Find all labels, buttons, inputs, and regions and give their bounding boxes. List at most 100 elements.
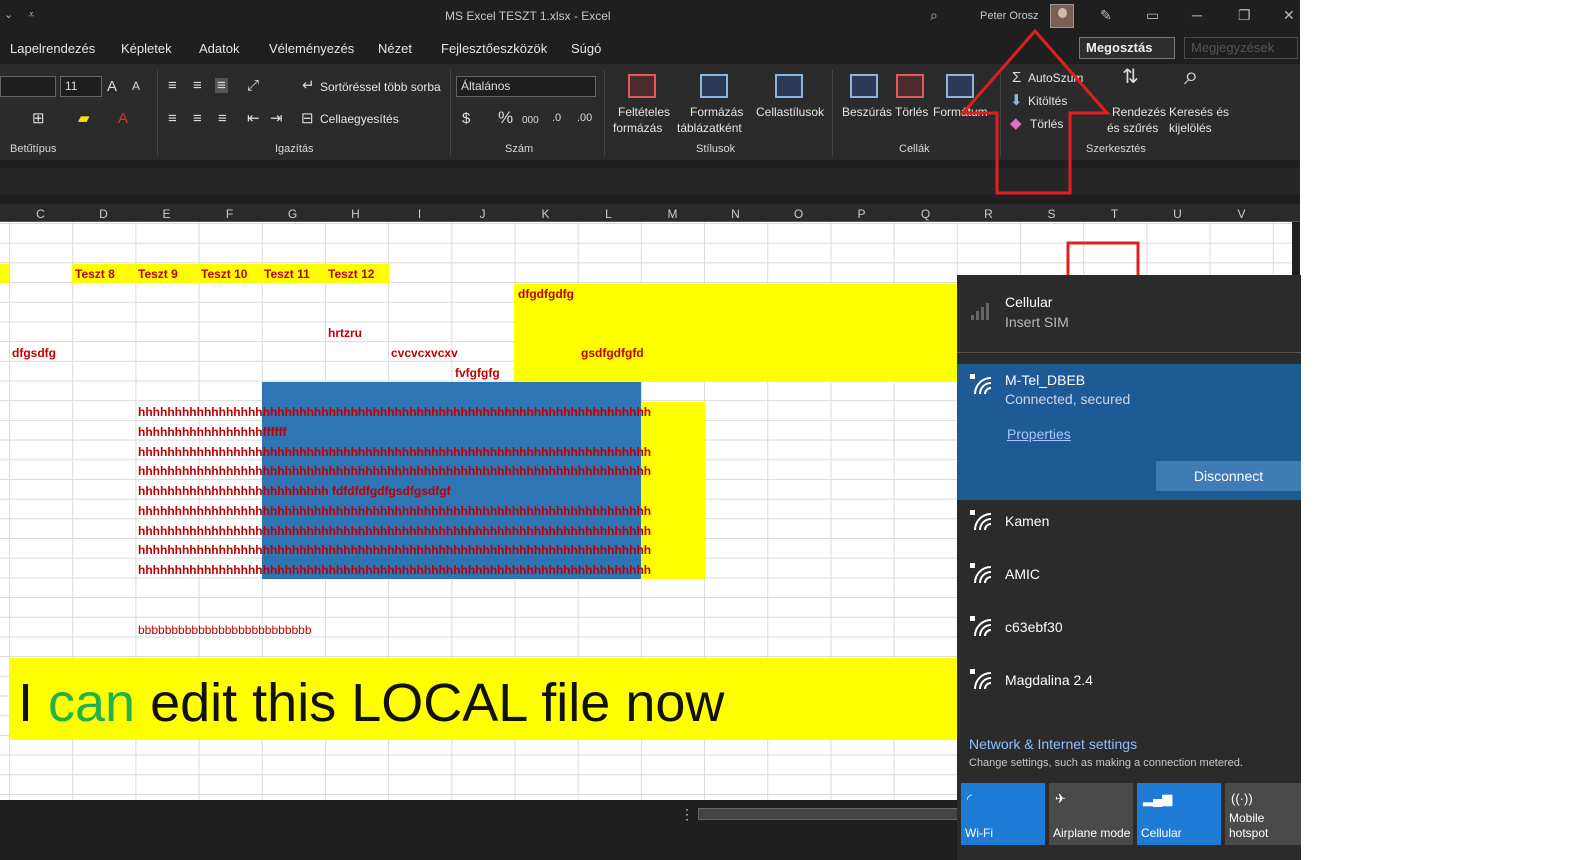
cell-e-row[interactable]: hhhhhhhhhhhhhhhhhhhhhhhhhh fdfdfdfgdfgsd…	[138, 484, 652, 498]
cond-format-button-line2[interactable]: formázás	[613, 121, 662, 135]
col-header[interactable]: C	[9, 207, 72, 221]
cellular-network-item[interactable]: Cellular Insert SIM	[957, 275, 1301, 353]
align-top-icon[interactable]: ≡	[168, 78, 177, 93]
tab-formulas[interactable]: Képletek	[121, 41, 172, 56]
cell-e-row[interactable]: hhhhhhhhhhhhhhhhhhhhhhhhhhhhhhhhhhhhhhhh…	[138, 445, 652, 459]
cell-l[interactable]: gsdfgdfgfd	[581, 346, 644, 360]
disconnect-button[interactable]: Disconnect	[1156, 461, 1301, 491]
increase-font-icon[interactable]: A	[107, 79, 117, 94]
ribbon-display-icon[interactable]: ▭	[1146, 7, 1159, 24]
format-table-button-line2[interactable]: táblázatként	[677, 121, 742, 135]
pen-icon[interactable]: ✎	[1100, 7, 1112, 24]
decrease-font-icon[interactable]: A	[132, 79, 140, 94]
currency-icon[interactable]: $	[462, 111, 470, 126]
fill-color-icon[interactable]: ▰	[78, 111, 90, 126]
cell-e-row[interactable]: hhhhhhhhhhhhhhhhhhhhhhhhhhhhhhhhhhhhhhhh…	[138, 464, 652, 478]
col-header[interactable]: O	[767, 207, 830, 221]
cell-i[interactable]: cvcvcxvcxv	[391, 346, 458, 360]
tab-review[interactable]: Véleményezés	[269, 41, 354, 56]
col-header[interactable]: D	[72, 207, 135, 221]
wifi-network-item[interactable]: Kamen	[957, 503, 1301, 556]
tab-page-layout[interactable]: Lapelrendezés	[10, 41, 95, 56]
tab-data[interactable]: Adatok	[199, 41, 239, 56]
close-icon[interactable]: ✕	[1283, 7, 1295, 24]
decrease-decimal-icon[interactable]: .00	[577, 111, 592, 126]
comments-button[interactable]: Megjegyzések	[1184, 37, 1298, 59]
tab-help[interactable]: Súgó	[571, 41, 601, 56]
align-left-icon[interactable]: ≡	[168, 111, 177, 126]
col-header[interactable]: T	[1083, 207, 1146, 221]
align-bottom-icon[interactable]: ≡	[215, 78, 228, 93]
col-header[interactable]: P	[830, 207, 893, 221]
cell-h[interactable]: hrtzru	[328, 326, 362, 340]
col-header[interactable]: Q	[894, 207, 957, 221]
format-table-button[interactable]: Formázás	[690, 105, 743, 119]
orientation-icon[interactable]: ⤢	[247, 78, 259, 93]
col-header[interactable]: S	[1020, 207, 1083, 221]
cell-k[interactable]: dfgdfgdfg	[518, 287, 574, 301]
font-size-select[interactable]: 11	[60, 76, 102, 97]
col-header[interactable]: K	[514, 207, 577, 221]
mobile-hotspot-tile[interactable]: ((·)) Mobile hotspot	[1225, 783, 1301, 845]
wifi-network-item[interactable]: Magdalina 2.4	[957, 662, 1301, 715]
cell-g[interactable]: Teszt 11	[264, 267, 310, 281]
cellular-toggle-tile[interactable]: ▂▄▆ Cellular	[1137, 783, 1221, 845]
cell-e[interactable]: bbbbbbbbbbbbbbbbbbbbbbbbbb	[138, 623, 312, 637]
col-header[interactable]: G	[261, 207, 324, 221]
percent-icon[interactable]: %	[498, 109, 513, 126]
cell-e[interactable]: Teszt 9	[138, 267, 178, 281]
col-header[interactable]: V	[1210, 207, 1273, 221]
decrease-indent-icon[interactable]: ⇤	[247, 111, 260, 126]
wrap-text-button[interactable]: Sortöréssel több sorba	[320, 80, 441, 94]
cell-e-row[interactable]: hhhhhhhhhhhhhhhhhhhhhhhhhhhhhhhhhhhhhhhh…	[138, 543, 652, 557]
wifi-network-item[interactable]: AMIC	[957, 556, 1301, 609]
wifi-network-item[interactable]: c63ebf30	[957, 609, 1301, 662]
col-header[interactable]: H	[324, 207, 387, 221]
delete-cells-icon[interactable]	[896, 74, 924, 98]
cell-e-row[interactable]: hhhhhhhhhhhhhhhhhhhhhhhhhhhhhhhhhhhhhhhh…	[138, 563, 652, 577]
align-right-icon[interactable]: ≡	[218, 111, 227, 126]
insert-button[interactable]: Beszúrás	[842, 105, 892, 119]
find-select-button-line2[interactable]: kijelölés	[1169, 121, 1212, 135]
cell-styles-icon[interactable]	[775, 74, 803, 98]
col-header[interactable]: R	[957, 207, 1020, 221]
number-format-select[interactable]: Általános	[456, 76, 596, 97]
merge-icon[interactable]: ⊟	[301, 111, 314, 126]
horizontal-scrollbar[interactable]	[698, 808, 968, 820]
big-note-text[interactable]: I can edit this LOCAL file now	[18, 672, 724, 734]
col-header[interactable]: N	[704, 207, 767, 221]
increase-decimal-icon[interactable]: .0	[552, 111, 561, 126]
restore-icon[interactable]: ❐	[1238, 7, 1251, 24]
col-header[interactable]: U	[1146, 207, 1209, 221]
cell-e-row[interactable]: hhhhhhhhhhhhhhhhhhhhhhhhhhhhhhhhhhhhhhhh…	[138, 524, 652, 538]
col-header[interactable]: F	[198, 207, 261, 221]
tab-developer[interactable]: Fejlesztőeszközök	[441, 41, 547, 56]
wrap-text-icon[interactable]: ↵	[302, 78, 315, 93]
find-icon[interactable]: ⌕	[1184, 62, 1199, 88]
quick-access-chevron-icon[interactable]: ⌄ ⩡	[4, 8, 40, 22]
avatar[interactable]	[1050, 4, 1074, 28]
align-middle-icon[interactable]: ≡	[193, 78, 202, 93]
sort-filter-button-line2[interactable]: és szűrés	[1107, 121, 1158, 135]
font-name-select[interactable]	[0, 76, 56, 97]
col-header[interactable]: E	[135, 207, 198, 221]
cell-h[interactable]: Teszt 12	[328, 267, 374, 281]
format-table-icon[interactable]	[700, 74, 728, 98]
col-header[interactable]: M	[641, 207, 704, 221]
font-color-icon[interactable]: A	[118, 111, 128, 126]
sort-filter-icon[interactable]: ⇅	[1122, 67, 1139, 87]
cell-j[interactable]: fvfgfgfg	[455, 366, 500, 380]
increase-indent-icon[interactable]: ⇥	[270, 111, 283, 126]
cell-e-row[interactable]: hhhhhhhhhhhhhhhhhffffff	[138, 425, 652, 439]
merge-button[interactable]: Cellaegyesítés	[320, 112, 399, 126]
conditional-format-icon[interactable]	[628, 74, 656, 98]
sort-filter-button[interactable]: Rendezés	[1112, 105, 1166, 119]
thousands-icon[interactable]: 000	[522, 113, 539, 128]
more-icon[interactable]: ⋮	[680, 806, 694, 823]
borders-icon[interactable]: ⊞	[32, 111, 45, 126]
cell-e-row[interactable]: hhhhhhhhhhhhhhhhhhhhhhhhhhhhhhhhhhhhhhhh…	[138, 504, 652, 518]
cell-f[interactable]: Teszt 10	[201, 267, 247, 281]
cell-c[interactable]: dfgsdfg	[12, 346, 56, 360]
properties-link[interactable]: Properties	[1007, 426, 1071, 442]
cell-styles-button[interactable]: Cellastílusok	[756, 105, 824, 119]
